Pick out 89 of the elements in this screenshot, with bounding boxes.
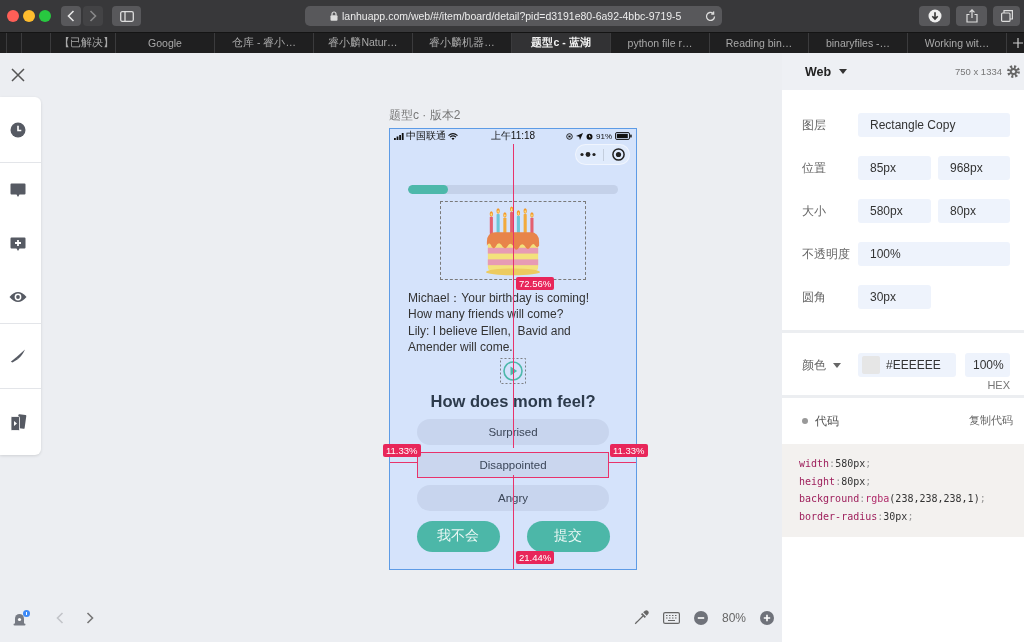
zoom-level: 80% [721, 610, 746, 625]
code-line: border-radius:30px; [799, 509, 915, 524]
download-button[interactable] [919, 6, 950, 26]
download-icon [927, 9, 942, 23]
eyedropper-icon[interactable] [633, 610, 649, 625]
sidebar-icon [119, 10, 134, 22]
close-icon[interactable] [11, 68, 25, 82]
canvas-size-text: 750 x 1334 [955, 66, 1002, 77]
caret-icon [833, 362, 841, 368]
share-icon [965, 9, 978, 23]
tab-overview-button[interactable] [993, 6, 1020, 26]
hex-field[interactable]: #EEEEEE [858, 353, 956, 377]
capsule-menu[interactable] [575, 144, 630, 165]
property-label: 不透明度 [802, 245, 851, 263]
browser-tab[interactable]: Google [116, 33, 215, 53]
guide-line [390, 462, 417, 463]
battery-icon [615, 132, 632, 140]
format-text: HEX [987, 379, 1010, 391]
carrier-text: 中国联通 [406, 129, 446, 143]
keyboard-icon[interactable] [662, 611, 680, 624]
bell-icon[interactable] [12, 609, 30, 626]
opacity-field[interactable]: 100% [965, 353, 1010, 377]
more-icon[interactable] [579, 152, 596, 157]
property-label: 位置 [802, 159, 827, 177]
wifi-icon [448, 132, 458, 140]
window-minimize-icon[interactable] [23, 10, 35, 22]
browser-tab[interactable]: 题型c - 蓝湖 [512, 33, 611, 53]
location-arrow-icon [576, 132, 583, 140]
zoom-out-icon[interactable] [693, 610, 708, 625]
platform-dropdown[interactable]: Web [805, 64, 848, 79]
zoom-in-icon[interactable] [760, 610, 774, 625]
add-comment-icon[interactable] [10, 237, 26, 252]
artboard-title: 题型c · 版本2 [389, 108, 462, 122]
guide-line [609, 462, 636, 463]
plus-icon [1013, 38, 1023, 48]
dot-icon [802, 418, 808, 424]
chevron-right-icon[interactable] [86, 611, 94, 624]
lock-icon [330, 11, 338, 21]
value-field[interactable]: 580px [858, 199, 931, 223]
option-button[interactable]: Disappointed [417, 451, 609, 478]
alarm-icon [586, 132, 593, 140]
caret-icon [839, 69, 848, 74]
copy-code-link[interactable]: 复制代码 [969, 414, 1013, 428]
signal-icon [394, 132, 404, 140]
code-line: height:80px; [799, 474, 873, 489]
value-field[interactable]: 85px [858, 156, 931, 180]
value-field[interactable]: Rectangle Copy [858, 113, 1010, 137]
share-button[interactable] [956, 6, 987, 26]
settings-icon[interactable] [1007, 65, 1020, 78]
play-icon[interactable] [500, 357, 526, 384]
distance-label: 11.33% [383, 444, 421, 457]
tabs-icon [1000, 10, 1013, 22]
story-text: Lily: I believe Ellen, Bavid and Amender will come. [408, 322, 572, 356]
reload-icon[interactable] [705, 10, 716, 22]
question-text: How does mom feel? [429, 390, 597, 411]
value-field[interactable]: 30px [858, 285, 931, 309]
history-icon[interactable] [10, 121, 26, 138]
cards-icon[interactable] [9, 413, 27, 431]
browser-tab[interactable]: 【已解决】 [51, 33, 116, 53]
browser-tab[interactable]: 仓库 - 睿小… [215, 33, 314, 53]
color-dropdown[interactable]: 颜色 [802, 356, 851, 374]
value-field[interactable]: 100% [858, 242, 1010, 266]
property-label: 大小 [802, 202, 827, 220]
property-label: 图层 [802, 116, 827, 134]
knife-icon[interactable] [10, 349, 26, 363]
battery-text: 91% [596, 131, 612, 141]
code-line: width:580px; [799, 457, 873, 471]
code-line: background:rgba(238,238,238,1); [799, 492, 987, 506]
distance-label: 21.44% [516, 551, 555, 564]
window-maximize-icon[interactable] [39, 10, 51, 22]
address-field[interactable]: lanhuapp.com/web/#/item/board/detail?pid=d3191e80-6a92-4bbc-9719-5 [305, 6, 722, 26]
sidebar-button[interactable] [112, 6, 141, 26]
browser-tab[interactable]: python file r… [611, 33, 710, 53]
distance-label: 72.56% [516, 277, 555, 290]
property-label: 圆角 [802, 288, 827, 306]
distance-label: 11.33% [610, 444, 648, 457]
eye-icon[interactable] [9, 291, 27, 304]
section-title: 代码 [815, 412, 839, 430]
chevron-right-icon [89, 10, 97, 22]
chevron-left-icon [67, 10, 75, 22]
value-field[interactable]: 80px [938, 199, 1010, 223]
value-field[interactable]: 968px [938, 156, 1010, 180]
comment-icon[interactable] [10, 182, 26, 198]
browser-tab[interactable]: 睿小麟Natur… [314, 33, 413, 53]
window-close-icon[interactable] [7, 10, 19, 22]
back-button[interactable] [61, 6, 81, 26]
target-icon[interactable] [612, 148, 626, 161]
rotation-lock-icon [566, 132, 573, 140]
time-text: 上午11:18 [490, 129, 536, 143]
